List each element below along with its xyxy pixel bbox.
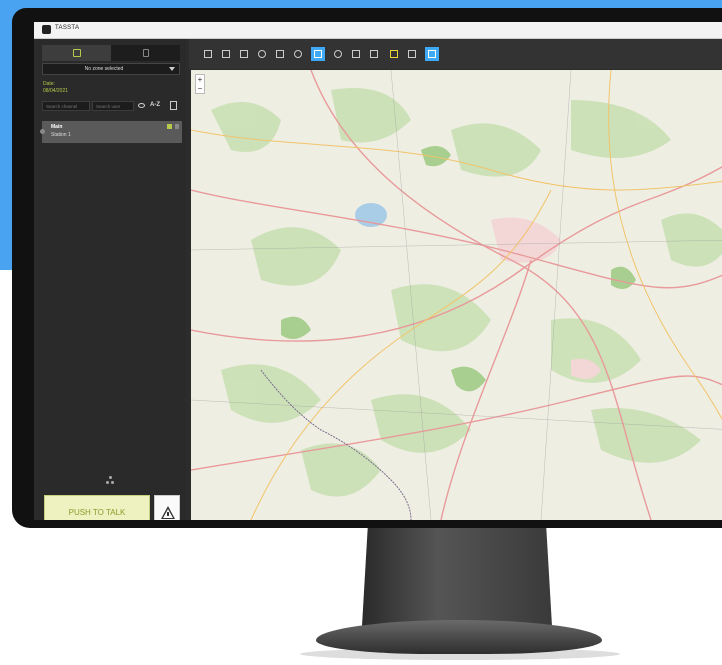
layers-icon xyxy=(390,50,398,58)
box-icon xyxy=(72,49,81,57)
sort-button[interactable]: A-Z xyxy=(150,102,160,108)
fence-icon xyxy=(314,50,322,58)
toolbar-button-list[interactable] xyxy=(219,47,233,61)
emergency-alert-button[interactable] xyxy=(154,495,180,520)
zone-select[interactable]: No zone selected xyxy=(42,63,180,75)
status-dot-icon xyxy=(40,129,45,134)
toolbar-button-mail[interactable] xyxy=(201,47,215,61)
tab-box[interactable] xyxy=(42,45,111,61)
date-label: Date: xyxy=(43,81,55,87)
zoom-in-button[interactable]: + xyxy=(196,75,204,84)
monitor-frame: TASSTA No zone selected Date: 08/04/2021… xyxy=(12,8,722,528)
toolbar-button-zoom-area[interactable] xyxy=(425,47,439,61)
channel-search-input[interactable]: Search channel xyxy=(42,101,90,111)
zoom-control: + − xyxy=(195,74,205,94)
user-search-input[interactable]: Search user xyxy=(92,101,134,111)
toolbar-button-home[interactable] xyxy=(367,47,381,61)
history-icon xyxy=(334,50,342,58)
flag-icon xyxy=(167,124,172,129)
date-value: 08/04/2021 xyxy=(43,88,69,94)
monitor-base xyxy=(316,620,602,654)
list-item[interactable]: Main Station 1 xyxy=(40,121,182,143)
toolbar-button-antenna[interactable] xyxy=(237,47,251,61)
share-icon[interactable] xyxy=(106,476,114,484)
mail-icon xyxy=(204,50,212,58)
eye-icon[interactable] xyxy=(138,103,145,108)
grid-icon xyxy=(352,50,360,58)
globe-icon xyxy=(258,50,266,58)
list-icon xyxy=(222,50,230,58)
map-toolbar xyxy=(189,39,722,69)
toolbar-button-grid[interactable] xyxy=(349,47,363,61)
monitor-neck xyxy=(362,528,552,626)
list-item-subtitle: Station 1 xyxy=(51,132,71,138)
zoom-area-icon xyxy=(428,50,436,58)
toolbar-button-map-layers[interactable] xyxy=(405,47,419,61)
toolbar-button-power[interactable] xyxy=(291,47,305,61)
panel-tabs xyxy=(42,45,180,61)
zone-select-value: No zone selected xyxy=(84,66,124,72)
list-item-title: Main xyxy=(51,124,63,130)
tab-radio[interactable] xyxy=(111,45,180,61)
toolbar-button-globe[interactable] xyxy=(255,47,269,61)
zoom-out-button[interactable]: − xyxy=(196,84,204,93)
toolbar-button-layers[interactable] xyxy=(387,47,401,61)
toolbar-button-fence[interactable] xyxy=(311,47,325,61)
radio-icon xyxy=(142,49,149,57)
power-icon xyxy=(294,50,302,58)
map-canvas[interactable] xyxy=(191,70,722,520)
app-title: TASSTA xyxy=(55,25,80,31)
antenna-icon xyxy=(240,50,248,58)
push-to-talk-button[interactable]: PUSH TO TALK xyxy=(44,495,150,520)
document-icon[interactable] xyxy=(170,101,177,110)
app-logo-icon xyxy=(42,25,51,34)
title-bar: TASSTA xyxy=(34,22,722,39)
filter-row: Search channel Search user A-Z xyxy=(42,101,182,111)
app-screen: TASSTA No zone selected Date: 08/04/2021… xyxy=(34,22,722,520)
left-panel: No zone selected Date: 08/04/2021 Search… xyxy=(34,39,186,520)
users-icon xyxy=(276,50,284,58)
home-icon xyxy=(370,50,378,58)
lock-icon xyxy=(175,124,179,129)
map-layers-icon xyxy=(408,50,416,58)
toolbar-button-users[interactable] xyxy=(273,47,287,61)
toolbar-button-history[interactable] xyxy=(331,47,345,61)
chevron-down-icon xyxy=(169,67,175,71)
map-view[interactable]: + − xyxy=(191,70,722,520)
